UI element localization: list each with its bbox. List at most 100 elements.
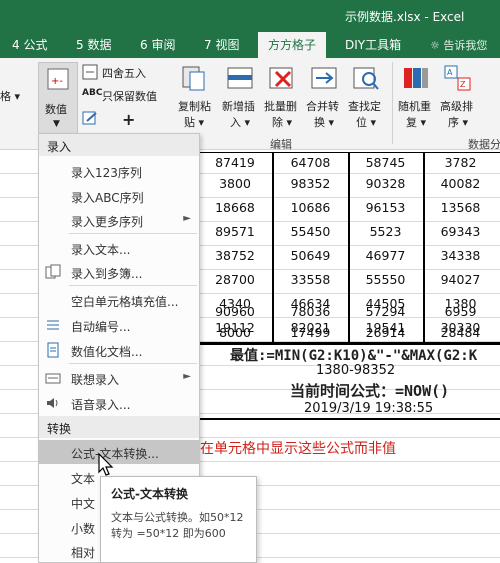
keyboard-icon [45,373,61,384]
table-cell[interactable]: 26914 [348,322,423,343]
insert-label-2[interactable]: 入 ▾ [230,114,250,130]
table-cell[interactable]: 94027 [423,269,498,290]
random-repeat-icon [404,68,428,88]
now-formula-cell[interactable]: 当前时间公式：=NOW() [290,380,449,401]
ribbon-tabs: 4 公式 5 数据 6 审阅 7 视图 方方格子 DIY工具箱 ☼ 告诉我您 [0,30,500,58]
table-cell[interactable]: 46977 [348,245,423,266]
menu-item-label: 中文 [71,497,96,511]
table-cell[interactable]: 13568 [423,197,498,218]
merge-convert-label-2[interactable]: 换 ▾ [314,114,334,130]
table-cell[interactable]: 3782 [423,152,498,173]
range-result-cell[interactable]: 1380-98352 [316,363,395,378]
menu-separator [69,285,197,286]
random-repeat-label-1[interactable]: 随机重 [398,98,431,114]
insert-label-1[interactable]: 新增插 [222,98,255,114]
table-cell[interactable]: 18668 [198,197,272,218]
table-cell[interactable]: 78036 [273,301,348,322]
tell-me-label: 告诉我您 [443,39,488,52]
table-cell[interactable]: 3800 [198,173,272,194]
tooltip-body: 文本与公式转换。如50*12 转为 =50*12 即为600 [111,511,244,540]
merge-convert-label-1[interactable]: 合并转 [306,98,339,114]
batch-delete-label-2[interactable]: 除 ▾ [272,114,292,130]
menu-item-input-more[interactable]: 录入更多序列 ► [39,208,199,232]
menu-item-input-text[interactable]: 录入文本... [39,236,199,260]
formula-min-max-cell[interactable]: 最值:=MIN(G2:K10)&"-"&MAX(G2:K [230,345,477,365]
menu-item-label: 文本 [71,472,96,486]
menu-item-associative-input[interactable]: 联想录入 ► [39,366,199,390]
table-cell[interactable]: 90328 [348,173,423,194]
round-button[interactable]: 四舍五入 [102,65,146,81]
advanced-sort-label-1[interactable]: 高级排 [440,98,473,114]
table-cell[interactable]: 57294 [348,301,423,322]
svg-text:+-: +- [51,76,63,87]
plus-icon[interactable]: + [122,110,135,129]
copy-paste-label-2[interactable]: 贴 ▾ [184,114,204,130]
table-cell[interactable]: 33558 [273,269,348,290]
tab-review[interactable]: 6 审阅 [140,36,175,53]
numeric-icon: +- [47,68,69,90]
table-cell[interactable]: 28484 [423,322,498,343]
tab-formulas[interactable]: 4 公式 [12,36,47,53]
numbered-list-icon [47,320,59,330]
table-cell[interactable]: 5523 [348,221,423,242]
table-cell[interactable]: 10686 [273,197,348,218]
menu-item-label: 数值化文档... [71,345,143,359]
batch-delete-label-1[interactable]: 批量删 [264,98,297,114]
table-cell[interactable]: 69343 [423,221,498,242]
table-cell[interactable]: 58745 [348,152,423,173]
mouse-cursor-icon [98,452,114,476]
chevron-right-icon: ► [183,213,191,224]
menu-item-numeric-doc[interactable]: 数值化文档... [39,338,199,362]
table-cell[interactable]: 17499 [273,322,348,343]
tab-diy-toolbox[interactable]: DIY工具箱 [345,36,401,53]
menu-item-label: 相对 [71,546,96,560]
menu-item-input-multibook[interactable]: 录入到多簿... [39,260,199,284]
keep-value-button[interactable]: 只保留数值 [102,88,157,104]
svg-text:Z: Z [460,80,466,89]
table-cell[interactable]: 34338 [423,245,498,266]
menu-item-label: 自动编号... [71,320,131,334]
table-cell[interactable]: 64708 [273,152,348,173]
table-cell[interactable]: 87419 [198,152,272,173]
copy-paste-icon [182,66,205,91]
edit-icon [82,111,97,125]
random-repeat-label-2[interactable]: 复 ▾ [406,114,426,130]
tell-me-box[interactable]: ☼ 告诉我您 [430,37,487,53]
table-cell[interactable]: 8000 [198,322,272,343]
speaker-icon [47,398,58,408]
chevron-right-icon: ► [183,371,191,382]
tab-view[interactable]: 7 视图 [204,36,239,53]
numeric-button[interactable]: +- 数值 ▼ [38,62,78,144]
menu-item-fill-blank[interactable]: 空白单元格填充值... [39,288,199,312]
find-locate-label-1[interactable]: 查找定 [348,98,381,114]
table-cell[interactable]: 40082 [423,173,498,194]
tab-fangfang[interactable]: 方方格子 [258,32,327,58]
batch-delete-icon [269,67,293,89]
round-icon [82,64,98,80]
menu-item-input-abc[interactable]: 录入ABC序列 [39,184,199,208]
table-cell[interactable]: 55550 [348,269,423,290]
copy-paste-label-1[interactable]: 复制粘 [178,98,211,114]
menu-item-formula-text-convert[interactable]: 公式-文本转换... [39,440,199,464]
table-cell[interactable]: 28700 [198,269,272,290]
advanced-sort-label-2[interactable]: 序 ▾ [448,114,468,130]
menu-item-label: 空白单元格填充值... [71,295,179,309]
table-cell[interactable]: 55450 [273,221,348,242]
table-cell[interactable]: 50649 [273,245,348,266]
table-border [198,418,500,420]
now-result-cell[interactable]: 2019/3/19 19:38:55 [304,401,433,416]
table-cell[interactable]: 98352 [273,173,348,194]
tab-data[interactable]: 5 数据 [76,36,111,53]
chevron-down-icon: ▼ [53,119,60,129]
table-cell[interactable]: 96153 [348,197,423,218]
table-cell[interactable]: 6959 [423,301,498,322]
table-cell[interactable]: 90960 [198,301,272,322]
table-cell[interactable]: 89571 [198,221,272,242]
table-cell[interactable]: 38752 [198,245,272,266]
menu-item-label: 录入文本... [71,243,131,257]
menu-item-label: 录入到多簿... [71,267,143,281]
menu-item-input-123[interactable]: 录入123序列 [39,159,199,183]
menu-item-voice-input[interactable]: 语音录入... [39,391,199,415]
find-locate-label-2[interactable]: 位 ▾ [356,114,376,130]
menu-item-auto-number[interactable]: 自动编号... [39,313,199,337]
